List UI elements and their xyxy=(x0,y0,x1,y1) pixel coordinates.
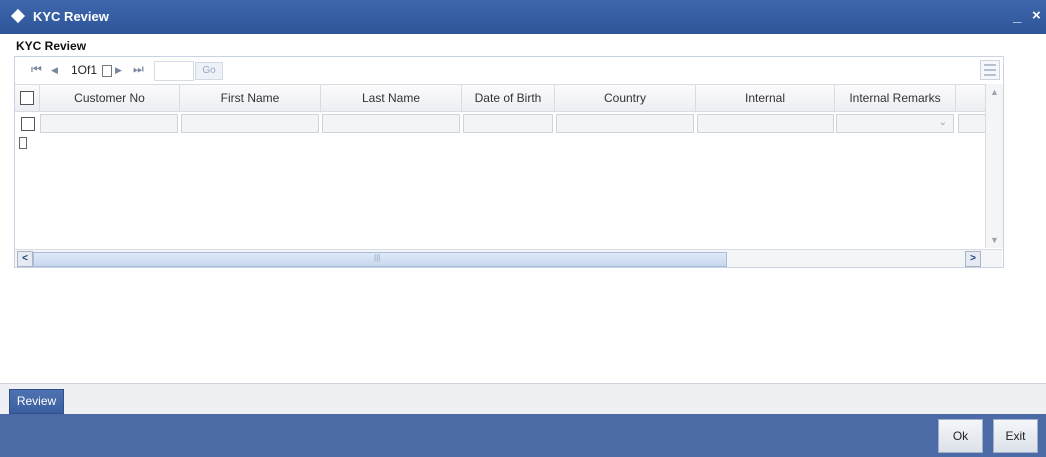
scroll-left-icon[interactable]: < xyxy=(17,251,33,267)
dropdown-arrow-icon: ⌄ xyxy=(938,117,947,128)
scroll-up-icon[interactable]: ▲ xyxy=(987,85,1002,99)
scroll-right-icon[interactable]: > xyxy=(965,251,981,267)
minimize-button[interactable]: _ xyxy=(1013,8,1021,25)
page-marker-box xyxy=(102,65,112,77)
last-page-icon[interactable]: ⏭ xyxy=(133,62,144,77)
row-checkbox[interactable] xyxy=(21,117,35,131)
col-country[interactable]: Country xyxy=(555,85,696,111)
col-last-name[interactable]: Last Name xyxy=(321,85,462,111)
col-first-name[interactable]: First Name xyxy=(180,85,321,111)
review-button[interactable]: Review xyxy=(9,389,64,414)
country-field[interactable] xyxy=(556,114,694,133)
internal-remarks-select[interactable]: ⌄ xyxy=(836,114,954,133)
first-name-field[interactable] xyxy=(181,114,319,133)
go-button[interactable]: Go xyxy=(195,62,223,80)
pager: ⏮ ◀ 1Of1 ▶ ⏭ Go xyxy=(15,57,1003,83)
page-indicator: 1Of1 xyxy=(71,63,98,77)
horizontal-scrollbar[interactable]: < ||| > xyxy=(15,249,1002,267)
vertical-scrollbar[interactable]: ▲ ▼ xyxy=(985,84,1003,248)
exit-button[interactable]: Exit xyxy=(993,419,1038,453)
action-toolbar: Review xyxy=(0,383,1046,414)
close-button[interactable]: × xyxy=(1032,7,1041,24)
kyc-grid: ⏮ ◀ 1Of1 ▶ ⏭ Go Customer No First Name L… xyxy=(14,56,1004,268)
customer-no-field[interactable] xyxy=(40,114,178,133)
col-date-of-birth[interactable]: Date of Birth xyxy=(462,85,555,111)
prev-page-icon[interactable]: ◀ xyxy=(51,65,58,76)
scroll-down-icon[interactable]: ▼ xyxy=(987,233,1002,247)
footer-bar: Ok Exit xyxy=(0,414,1046,457)
extra-field[interactable] xyxy=(958,114,986,133)
next-page-icon[interactable]: ▶ xyxy=(115,65,122,76)
table-row: ⌄ xyxy=(15,112,986,134)
page-number-input[interactable] xyxy=(154,61,194,81)
col-internal[interactable]: Internal xyxy=(696,85,835,111)
diamond-icon xyxy=(10,8,26,24)
first-page-icon[interactable]: ⏮ xyxy=(31,62,42,77)
ok-button[interactable]: Ok xyxy=(938,419,983,453)
grid-menu-icon[interactable] xyxy=(980,60,1000,80)
section-title: KYC Review xyxy=(16,39,87,53)
select-all-checkbox[interactable] xyxy=(20,91,34,105)
col-customer-no[interactable]: Customer No xyxy=(40,85,180,111)
col-internal-remarks[interactable]: Internal Remarks xyxy=(835,85,956,111)
select-all-cell xyxy=(15,85,40,111)
title-bar: KYC Review _ × xyxy=(0,0,1046,34)
window-title: KYC Review xyxy=(33,9,109,24)
row-marker-box xyxy=(19,137,27,149)
date-of-birth-field[interactable] xyxy=(463,114,553,133)
scrollbar-thumb[interactable]: ||| xyxy=(33,252,727,267)
internal-field[interactable] xyxy=(697,114,834,133)
last-name-field[interactable] xyxy=(322,114,460,133)
table-header: Customer No First Name Last Name Date of… xyxy=(15,84,985,112)
